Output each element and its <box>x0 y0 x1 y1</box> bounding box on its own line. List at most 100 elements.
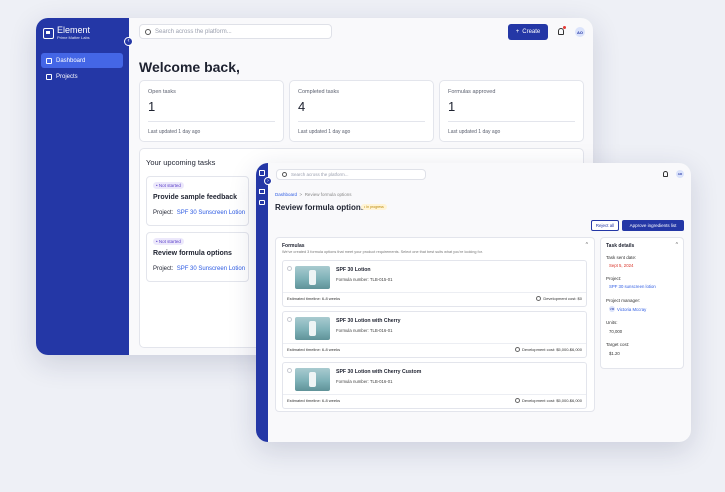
logo-icon[interactable] <box>259 170 265 176</box>
formula-name: SPF 30 Lotion with Cherry Custom <box>336 369 422 375</box>
stat-card-completed-tasks: Completed tasks 4 Last updated 1 day ago <box>289 80 434 142</box>
collapse-sidebar-icon[interactable]: ‹ <box>124 37 133 46</box>
section-description: We've created 3 formula options that mee… <box>282 250 483 254</box>
search-input[interactable]: Search across the platform... <box>276 169 426 180</box>
manager-name: Victoria Mccray <box>617 306 647 312</box>
expand-sidebar-icon[interactable]: › <box>264 177 272 185</box>
detail-label: Task sent date: <box>606 255 637 260</box>
chevron-up-icon[interactable]: ^ <box>586 242 588 248</box>
divider <box>283 292 586 293</box>
page-title: Welcome back, <box>139 59 240 75</box>
product-image <box>295 368 330 391</box>
divider <box>448 121 575 122</box>
task-details-panel: Task details ^ Task sent date: Sept 5, 2… <box>600 237 684 369</box>
stat-updated: Last updated 1 day ago <box>148 129 201 135</box>
development-cost: Development cost: $5,000-$6,000 <box>514 347 582 352</box>
stat-value: 4 <box>298 99 306 114</box>
divider <box>298 121 425 122</box>
breadcrumb: Dashboard > Review formula options <box>275 192 351 197</box>
detail-label: Project manager: <box>606 298 641 303</box>
estimated-timeline: Estimated timeline: 6-8 weeks <box>287 296 341 301</box>
dashboard-icon[interactable] <box>259 189 265 194</box>
sidebar-item-dashboard[interactable]: Dashboard <box>41 53 123 68</box>
chevron-up-icon[interactable]: ^ <box>676 242 678 248</box>
project-manager[interactable]: VM Victoria Mccray <box>609 306 646 312</box>
avatar[interactable]: AO <box>575 27 585 37</box>
select-radio[interactable] <box>287 317 292 322</box>
project-link[interactable]: SPF 30 sunscreen lotion <box>609 284 656 289</box>
stat-card-formulas-approved: Formulas approved 1 Last updated 1 day a… <box>439 80 584 142</box>
stat-label: Formulas approved <box>448 89 496 95</box>
formula-number: Formula number: TLB-015-01 <box>336 277 393 282</box>
review-window: › Search across the platform... AO Dashb… <box>256 163 691 442</box>
breadcrumb-separator: > <box>299 192 303 197</box>
stat-card-open-tasks: Open tasks 1 Last updated 1 day ago <box>139 80 284 142</box>
stat-label: Open tasks <box>148 89 176 95</box>
status-badge: • In progress <box>361 204 387 210</box>
search-placeholder: Search across the platform... <box>291 172 349 177</box>
create-button[interactable]: + Create <box>508 24 548 40</box>
search-input[interactable]: Search across the platform... <box>139 24 332 39</box>
detail-label: Target cost: <box>606 342 630 347</box>
select-radio[interactable] <box>287 368 292 373</box>
sidebar-item-projects[interactable]: Projects <box>41 69 123 84</box>
detail-label: Project: <box>606 276 622 281</box>
select-radio[interactable] <box>287 266 292 271</box>
status-badge: • Not started <box>153 182 184 189</box>
stat-value: 1 <box>148 99 156 114</box>
formula-name: SPF 30 Lotion <box>336 267 371 273</box>
breadcrumb-current: Review formula options <box>304 192 352 197</box>
divider <box>283 394 586 395</box>
breadcrumb-link[interactable]: Dashboard <box>275 192 297 197</box>
formula-card[interactable]: SPF 30 Lotion with Cherry Formula number… <box>282 311 587 358</box>
project-link[interactable]: SPF 30 Sunscreen Lotion <box>177 266 245 272</box>
task-project: Project: SPF 30 Sunscreen Lotion <box>153 210 246 216</box>
search-placeholder: Search across the platform... <box>155 28 232 35</box>
task-card[interactable]: • Not started Provide sample feedback Pr… <box>146 176 249 226</box>
development-cost: Development cost: $0 <box>536 296 582 301</box>
cost-icon <box>514 398 520 403</box>
create-label: Create <box>522 29 541 35</box>
cost-icon <box>536 296 542 301</box>
divider <box>148 121 275 122</box>
cost-icon <box>514 347 520 352</box>
divider <box>283 343 586 344</box>
stat-label: Completed tasks <box>298 89 339 95</box>
page-title: Review formula options <box>275 203 366 212</box>
approve-ingredients-button[interactable]: Approve ingredients list <box>622 220 684 231</box>
formula-card[interactable]: SPF 30 Lotion Formula number: TLB-015-01… <box>282 260 587 307</box>
estimated-timeline: Estimated timeline: 6-8 weeks <box>287 398 341 403</box>
logo-icon <box>43 27 54 39</box>
stat-value: 1 <box>448 99 456 114</box>
stat-updated: Last updated 1 day ago <box>448 129 501 135</box>
section-title: Task details <box>606 243 635 249</box>
target-cost-value: $1.20 <box>609 351 620 356</box>
task-project: Project: SPF 30 Sunscreen Lotion <box>153 266 246 272</box>
logo-tagline: Prime Matter Labs <box>57 35 90 40</box>
logo-name: Element <box>57 25 91 35</box>
task-sent-date: Sept 5, 2024 <box>609 263 634 268</box>
section-title: Formulas <box>282 243 305 249</box>
units-value: 70,000 <box>609 329 623 334</box>
avatar[interactable]: AO <box>676 170 684 178</box>
search-icon <box>145 28 151 35</box>
detail-label: Units: <box>606 320 618 325</box>
dashboard-icon <box>46 57 52 64</box>
task-card[interactable]: • Not started Review formula options Pro… <box>146 232 249 282</box>
stat-updated: Last updated 1 day ago <box>298 129 351 135</box>
projects-icon <box>46 73 52 80</box>
project-link[interactable]: SPF 30 Sunscreen Lotion <box>177 210 245 216</box>
search-icon <box>282 172 287 177</box>
projects-icon[interactable] <box>259 200 265 205</box>
logo[interactable]: Element Prime Matter Labs <box>43 26 90 40</box>
formula-name: SPF 30 Lotion with Cherry <box>336 318 401 324</box>
plus-icon: + <box>515 29 520 35</box>
task-title: Review formula options <box>153 250 232 257</box>
formula-card[interactable]: SPF 30 Lotion with Cherry Custom Formula… <box>282 362 587 409</box>
bell-icon[interactable] <box>558 28 564 35</box>
reject-all-button[interactable]: Reject all <box>591 220 619 231</box>
formula-number: Formula number: TLB-016-01 <box>336 379 393 384</box>
bell-icon[interactable] <box>663 171 668 177</box>
notification-dot <box>563 26 566 29</box>
manager-avatar: VM <box>609 306 615 312</box>
